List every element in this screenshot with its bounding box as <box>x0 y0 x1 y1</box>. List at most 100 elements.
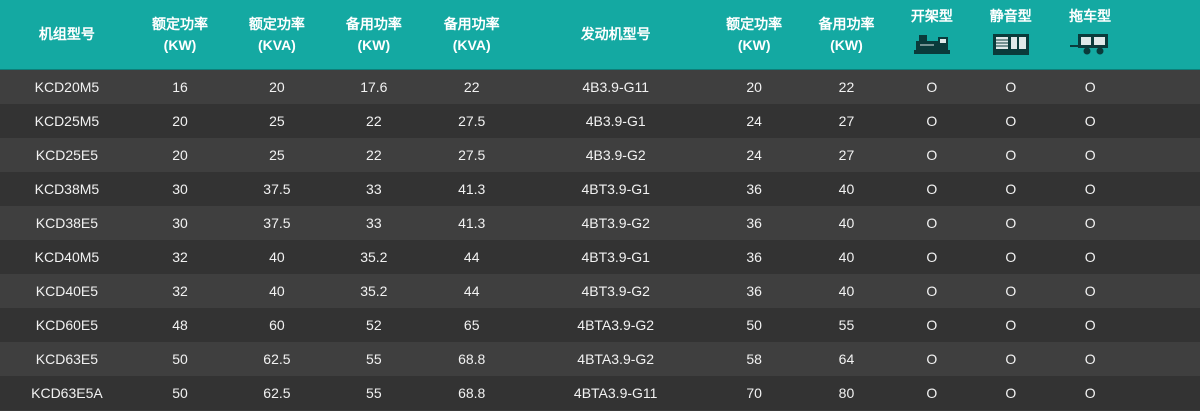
cell-standby-kva: 68.8 <box>458 351 486 367</box>
trailer-genset-icon <box>1070 31 1110 63</box>
header-standby-kw: 备用功率 (KW) <box>328 0 420 69</box>
cell-trailer-type: O <box>1084 283 1096 299</box>
cell-engine-model: 4BT3.9-G1 <box>581 181 650 197</box>
cell-standby-kva: 44 <box>463 283 480 299</box>
cell-standby-kw: 52 <box>366 317 382 333</box>
cell-silent-type: O <box>1005 79 1017 95</box>
cell-engine-rated-kw: 36 <box>746 215 762 231</box>
cell-engine-standby-kw: 40 <box>838 215 855 231</box>
cell-engine-standby-kw: 22 <box>838 79 855 95</box>
table-row: KCD20M5 16 20 17.6 22 4B3.9-G11 20 22 O O O <box>0 70 1200 104</box>
cell-rated-kva: 40 <box>269 283 285 299</box>
table-row: KCD25E5 20 25 22 27.5 4B3.9-G2 24 27 O O O <box>0 138 1200 172</box>
header-label: 备用功率 <box>443 15 500 32</box>
header-label: 额定功率 <box>248 15 305 32</box>
cell-rated-kva: 40 <box>269 249 285 265</box>
cell-silent-type: O <box>1005 113 1017 129</box>
cell-model: KCD60E5 <box>35 317 99 333</box>
header-unit: (KW) <box>163 36 197 53</box>
cell-rated-kw: 50 <box>172 351 188 367</box>
cell-rated-kw: 16 <box>172 79 188 95</box>
cell-standby-kw: 17.6 <box>360 79 388 95</box>
header-model-label: 机组型号 <box>38 26 95 42</box>
cell-standby-kw: 22 <box>366 113 382 129</box>
cell-model: KCD40E5 <box>35 283 99 299</box>
cell-trailer-type: O <box>1084 113 1096 129</box>
cell-engine-model: 4BTA3.9-G2 <box>577 351 655 367</box>
table-row: KCD63E5A 50 62.5 55 68.8 4BTA3.9-G11 70 80 O O O <box>0 376 1200 410</box>
open-frame-genset-icon <box>912 31 952 63</box>
header-unit: (KW) <box>357 36 391 53</box>
header-engine-standby-kw: 备用功率 (KW) <box>800 0 892 69</box>
cell-engine-model: 4BTA3.9-G11 <box>573 385 658 401</box>
cell-silent-type: O <box>1005 249 1017 265</box>
cell-silent-type: O <box>1005 147 1017 163</box>
cell-silent-type: O <box>1005 181 1017 197</box>
cell-engine-rated-kw: 36 <box>746 181 762 197</box>
cell-model: KCD63E5A <box>31 385 103 401</box>
cell-engine-standby-kw: 80 <box>838 385 855 401</box>
cell-silent-type: O <box>1005 215 1017 231</box>
cell-engine-model: 4BTA3.9-G2 <box>577 317 655 333</box>
cell-engine-standby-kw: 40 <box>838 283 855 299</box>
table-row: KCD40M5 32 40 35.2 44 4BT3.9-G1 36 40 O O O <box>0 240 1200 274</box>
cell-open-type: O <box>926 79 938 95</box>
cell-rated-kva: 60 <box>269 317 285 333</box>
header-label: 开架型 <box>910 8 953 24</box>
cell-engine-rated-kw: 50 <box>746 317 762 333</box>
cell-engine-standby-kw: 27 <box>838 147 855 163</box>
cell-model: KCD38M5 <box>34 181 100 197</box>
cell-rated-kw: 20 <box>172 147 188 163</box>
header-label: 拖车型 <box>1069 8 1112 24</box>
cell-standby-kva: 27.5 <box>458 147 486 163</box>
cell-standby-kva: 41.3 <box>458 181 486 197</box>
cell-open-type: O <box>926 147 938 163</box>
cell-engine-rated-kw: 70 <box>746 385 762 401</box>
cell-rated-kw: 48 <box>172 317 188 333</box>
cell-engine-rated-kw: 36 <box>746 249 762 265</box>
cell-rated-kva: 25 <box>269 147 285 163</box>
cell-engine-model: 4BT3.9-G1 <box>581 249 650 265</box>
cell-rated-kw: 32 <box>172 249 188 265</box>
header-engine-rated-kw: 额定功率 (KW) <box>708 0 800 69</box>
cell-engine-rated-kw: 58 <box>746 351 762 367</box>
cell-standby-kw: 35.2 <box>360 283 388 299</box>
header-unit: (KVA) <box>258 36 296 53</box>
header-unit: (KVA) <box>452 36 491 53</box>
silent-genset-icon <box>991 31 1031 63</box>
cell-rated-kva: 25 <box>269 113 285 129</box>
cell-open-type: O <box>926 317 938 333</box>
cell-engine-model: 4BT3.9-G2 <box>581 215 650 231</box>
cell-open-type: O <box>926 113 938 129</box>
cell-rated-kva: 62.5 <box>263 351 291 367</box>
cell-trailer-type: O <box>1084 215 1096 231</box>
cell-model: KCD20M5 <box>34 79 100 95</box>
cell-engine-model: 4BT3.9-G2 <box>581 283 650 299</box>
table-header: 机组型号 额定功率 (KW) 额定功率 (KVA) 备用功率 (KW) 备用功率… <box>0 0 1200 70</box>
cell-engine-model: 4B3.9-G11 <box>582 79 650 95</box>
header-rated-kw: 额定功率 (KW) <box>134 0 226 69</box>
cell-trailer-type: O <box>1084 351 1096 367</box>
header-engine-model: 发动机型号 <box>523 0 708 69</box>
cell-engine-standby-kw: 55 <box>838 317 855 333</box>
cell-open-type: O <box>926 249 938 265</box>
cell-open-type: O <box>926 181 938 197</box>
cell-standby-kw: 33 <box>366 181 382 197</box>
cell-rated-kva: 62.5 <box>263 385 291 401</box>
cell-trailer-type: O <box>1084 317 1096 333</box>
cell-open-type: O <box>926 283 938 299</box>
header-silent-type: 静音型 <box>971 0 1050 69</box>
cell-model: KCD25E5 <box>35 147 99 163</box>
cell-engine-standby-kw: 40 <box>838 181 855 197</box>
cell-engine-standby-kw: 64 <box>838 351 855 367</box>
cell-silent-type: O <box>1005 283 1017 299</box>
cell-model: KCD25M5 <box>34 113 100 129</box>
table-row: KCD63E5 50 62.5 55 68.8 4BTA3.9-G2 58 64 O O O <box>0 342 1200 376</box>
cell-silent-type: O <box>1005 317 1017 333</box>
cell-standby-kva: 27.5 <box>458 113 486 129</box>
cell-silent-type: O <box>1005 385 1017 401</box>
header-label: 发动机型号 <box>580 26 651 42</box>
cell-open-type: O <box>926 385 938 401</box>
header-trailer-type: 拖车型 <box>1050 0 1129 69</box>
cell-engine-rated-kw: 36 <box>746 283 762 299</box>
